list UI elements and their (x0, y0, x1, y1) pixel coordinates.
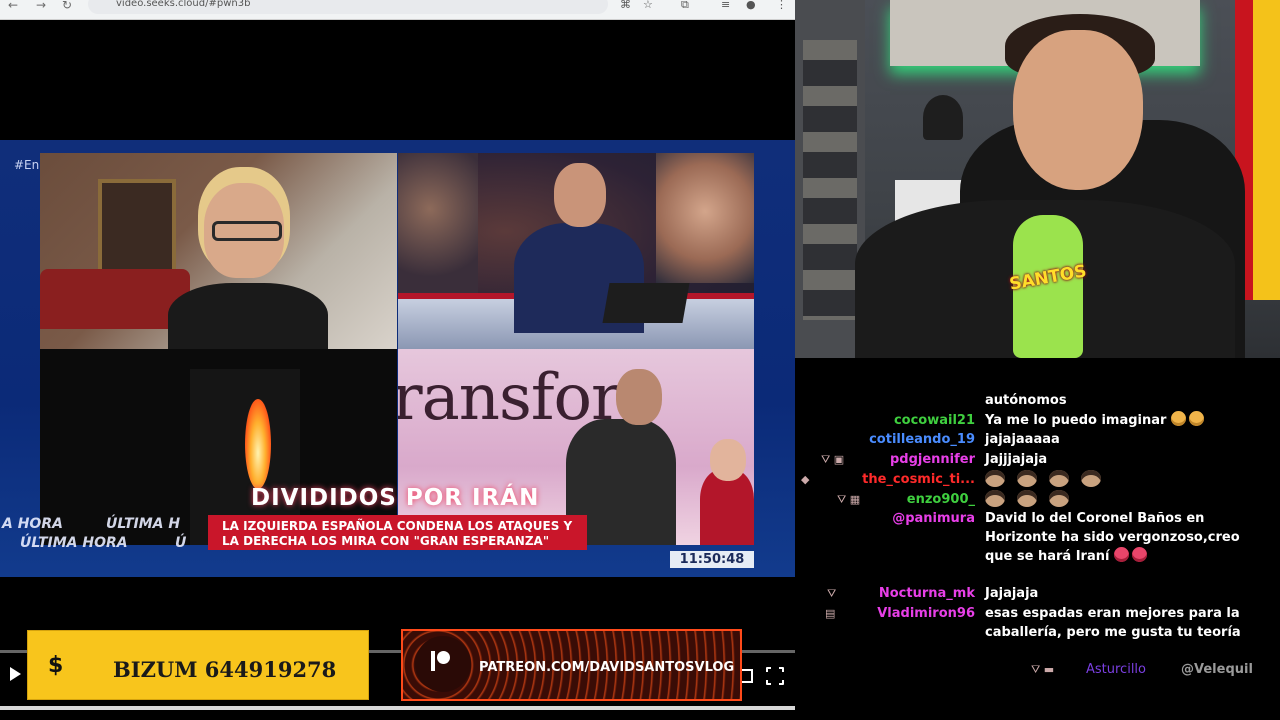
bizum-banner: $ BIZUM 644919278 (27, 630, 369, 700)
chat-username[interactable]: enzo900_ (907, 492, 975, 507)
browser-menu-icon[interactable]: ⋮ (776, 0, 787, 11)
profile-avatar[interactable]: ● (746, 0, 756, 11)
page-scrollbar[interactable] (0, 706, 795, 710)
broadcast-clock: 11:50:48 (670, 551, 754, 568)
ticker-text: A HORA (2, 516, 63, 532)
extensions-icon[interactable]: ⧉ (681, 0, 689, 12)
vip-badge-icon: ◆ (801, 473, 810, 486)
translate-icon[interactable]: ⌘ (620, 0, 631, 11)
chat-username[interactable]: the_cosmic_ti... (862, 472, 975, 487)
chat-username[interactable]: cotilleando_19 (869, 432, 975, 447)
address-bar[interactable]: video.seeks.cloud/#pwn3b (88, 0, 608, 14)
chat-message-text: Jajjjajaja (985, 452, 1048, 467)
chat-message-text: Jajajaja (985, 586, 1039, 601)
forward-icon[interactable]: → (36, 0, 46, 11)
angry-emoji-icon (1113, 547, 1129, 562)
dollar-icon: $ (48, 653, 64, 678)
helmet-decoration (923, 95, 963, 140)
news-subheadline-line: LA IZQUIERDA ESPAÑOLA CONDENA LOS ATAQUE… (222, 519, 573, 533)
sub-badge-icon: ⛛ ▬ (1031, 663, 1055, 676)
rofl-emoji-icon (1170, 411, 1186, 426)
streamer-webcam: SANTOS (795, 0, 1280, 358)
chat-username[interactable]: cocowail21 (894, 413, 975, 428)
streamer-face (1013, 30, 1143, 190)
grin-emoji-icon (1188, 411, 1204, 426)
play-icon[interactable] (10, 667, 21, 681)
live-chat: autónomos cocowail21 Ya me lo puedo imag… (795, 358, 1280, 720)
chat-message-text: Ya me lo puedo imaginar (985, 413, 1167, 428)
sub-badge-icon: ⛛ ▣ (821, 453, 845, 466)
browser-toolbar: ← → ↻ video.seeks.cloud/#pwn3b ⌘ ☆ ⧉ ≡ ●… (0, 0, 795, 20)
news-broadcast-frame: #EnBocaDeTodos2M ransforr A HORA ÚLTIMA … (0, 140, 795, 577)
chat-message-text: autónomos (985, 393, 1067, 408)
chat-username[interactable]: Vladimiron96 (877, 606, 975, 621)
patreon-icon (431, 651, 453, 673)
chat-username[interactable]: pdgjennifer (890, 452, 975, 467)
guest-video-panel (40, 153, 397, 349)
chat-message-emotes (985, 490, 1270, 510)
news-headline: DIVIDIDOS POR IRÁN (251, 485, 540, 511)
ticker-text: Ú (175, 535, 187, 551)
bookmark-star-icon[interactable]: ☆ (643, 0, 653, 11)
chat-message-text: esas espadas eran mejores para la caball… (985, 606, 1241, 640)
bizum-text: BIZUM 644919278 (113, 657, 337, 682)
sub-badge-icon: ⛛ ▦ (837, 493, 861, 506)
angry-emoji-icon (1131, 547, 1147, 562)
url-text: video.seeks.cloud/#pwn3b (116, 0, 251, 9)
ticker-text: ÚLTIMA H (106, 516, 181, 532)
chat-message-text: David lo del Coronel Baños en Horizonte … (985, 511, 1240, 564)
fullscreen-icon[interactable] (765, 666, 785, 686)
chat-message-text: @Velequil (1181, 662, 1253, 677)
news-subheadline-box: LA IZQUIERDA ESPAÑOLA CONDENA LOS ATAQUE… (208, 515, 587, 550)
news-subheadline-line: LA DERECHA LOS MIRA CON "GRAN ESPERANZA" (222, 534, 550, 548)
patreon-text: PATREON.COM/DAVIDSANTOSVLOG (479, 660, 735, 675)
ticker-text: ÚLTIMA HORA (20, 535, 128, 551)
sub-badge-icon: ⛛ (827, 587, 837, 600)
media-icon[interactable]: ≡ (721, 0, 730, 11)
chat-username[interactable]: Asturcillo (1086, 662, 1146, 677)
back-icon[interactable]: ← (8, 0, 18, 11)
chat-message-emotes (985, 470, 1270, 490)
patreon-banner: PATREON.COM/DAVIDSANTOSVLOG (401, 629, 742, 701)
chat-username[interactable]: @panimura (892, 511, 975, 526)
chat-username[interactable]: Nocturna_mk (879, 586, 975, 601)
chat-message-text: jajajaaaaa (985, 432, 1060, 447)
anchor-video-panel (398, 153, 754, 349)
reload-icon[interactable]: ↻ (62, 0, 72, 11)
sub-badge-icon: ▤ (825, 607, 836, 620)
news-lower-third: A HORA ÚLTIMA H ÚLTIMA HORA Ú DIVIDIDOS … (0, 485, 795, 577)
